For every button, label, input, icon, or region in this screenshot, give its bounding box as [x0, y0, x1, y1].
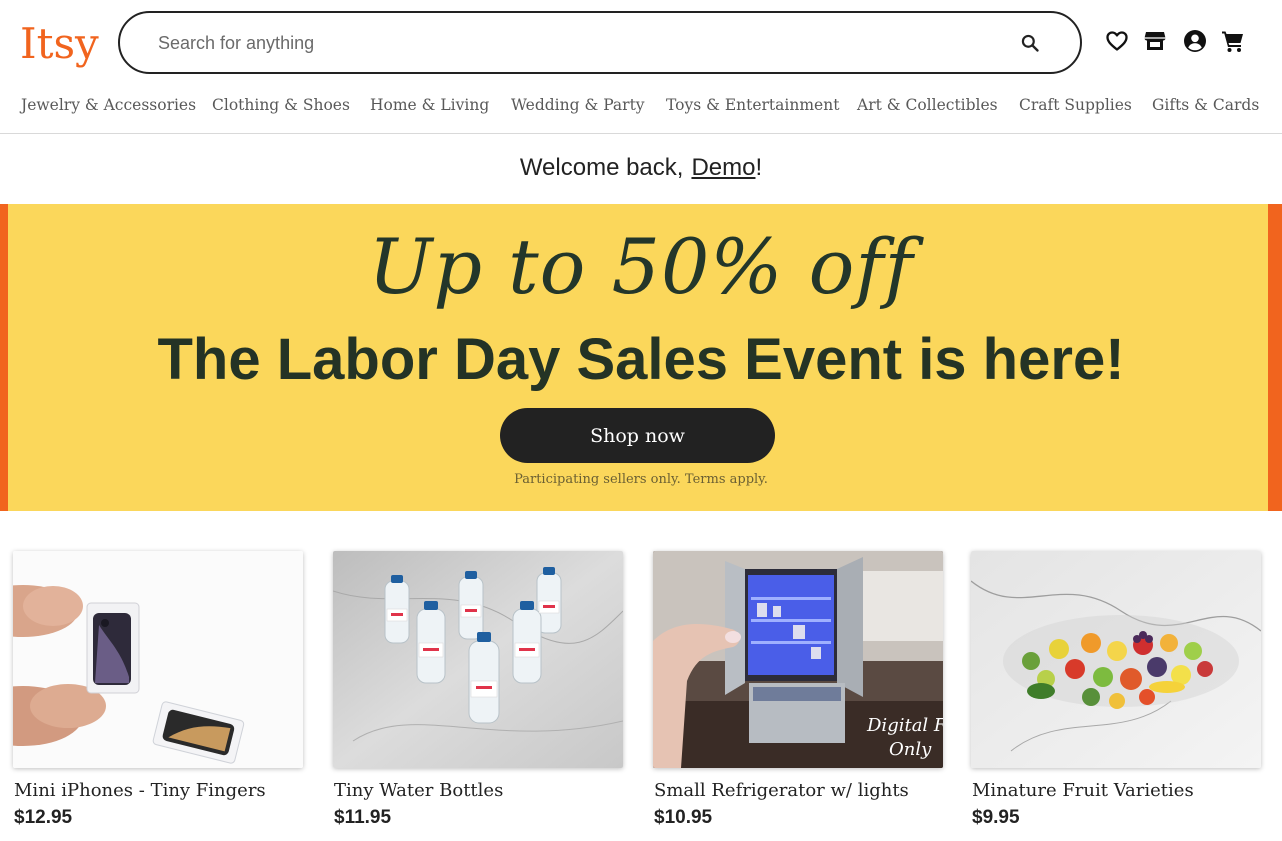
image-watermark-line2: Only [889, 739, 932, 760]
product-image[interactable] [13, 551, 303, 768]
welcome-prefix: Welcome back, [519, 154, 684, 181]
product-photo-refrigerator: Digital File Only [653, 551, 943, 768]
category-jewelry[interactable]: Jewelry & Accessories [21, 96, 196, 114]
cart-button[interactable] [1220, 28, 1246, 54]
product-card[interactable]: Digital File Only Small Refrigerator w/ … [653, 551, 943, 829]
category-home[interactable]: Home & Living [370, 96, 489, 114]
image-watermark-line1: Digital File [866, 715, 943, 736]
product-name[interactable]: Minature Fruit Varieties [971, 780, 1261, 801]
category-nav: Jewelry & Accessories Clothing & Shoes H… [0, 86, 1282, 134]
product-card[interactable]: Mini iPhones - Tiny Fingers $12.95 [13, 551, 303, 829]
header: Itsy [0, 0, 1282, 86]
product-image[interactable] [971, 551, 1261, 768]
product-photo-iphones [13, 551, 303, 768]
product-photo-water-bottles [333, 551, 623, 768]
product-price: $10.95 [654, 807, 713, 828]
cart-icon [1222, 31, 1243, 52]
user-link[interactable]: Demo [691, 154, 755, 181]
welcome-message: Welcome back, Demo! [0, 154, 1282, 182]
category-craft[interactable]: Craft Supplies [1019, 96, 1132, 114]
product-card[interactable]: Minature Fruit Varieties $9.95 [971, 551, 1261, 829]
shop-now-button[interactable]: Shop now [500, 408, 775, 463]
banner-title: The Labor Day Sales Event is here! [157, 327, 1125, 392]
search-button[interactable] [1018, 31, 1042, 55]
category-wedding[interactable]: Wedding & Party [511, 96, 645, 114]
category-gifts[interactable]: Gifts & Cards [1152, 96, 1259, 114]
shop-manager-button[interactable] [1142, 28, 1168, 54]
product-price: $9.95 [972, 807, 1020, 828]
favorites-button[interactable] [1104, 28, 1130, 54]
product-name[interactable]: Mini iPhones - Tiny Fingers [13, 780, 303, 801]
site-logo[interactable]: Itsy [20, 14, 99, 74]
product-card[interactable]: Tiny Water Bottles $11.95 [333, 551, 623, 829]
account-button[interactable] [1182, 28, 1208, 54]
shop-icon [1144, 32, 1166, 50]
banner-terms: Participating sellers only. Terms apply. [514, 472, 768, 487]
product-price: $11.95 [334, 807, 392, 828]
product-name[interactable]: Tiny Water Bottles [333, 780, 623, 801]
product-image[interactable] [333, 551, 623, 768]
search-bar [118, 11, 1082, 74]
product-image[interactable]: Digital File Only [653, 551, 943, 768]
product-price: $12.95 [14, 807, 73, 828]
category-art[interactable]: Art & Collectibles [857, 96, 998, 114]
heart-icon [1106, 31, 1128, 51]
banner-subtitle: Up to 50% off [368, 222, 914, 311]
welcome-suffix: ! [755, 154, 763, 181]
product-name[interactable]: Small Refrigerator w/ lights [653, 780, 943, 801]
category-toys[interactable]: Toys & Entertainment [666, 96, 839, 114]
user-icon [1184, 30, 1206, 52]
category-clothing[interactable]: Clothing & Shoes [212, 96, 350, 114]
search-input[interactable] [158, 29, 978, 57]
promo-banner: Up to 50% off The Labor Day Sales Event … [0, 204, 1282, 511]
product-photo-fruit [971, 551, 1261, 768]
search-icon [1021, 34, 1039, 52]
